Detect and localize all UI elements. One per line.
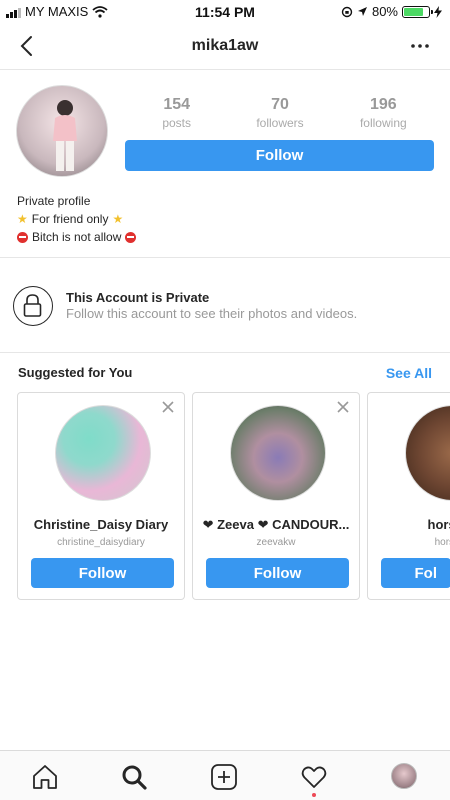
no-entry-icon: [17, 231, 28, 243]
suggestion-follow-button[interactable]: Follow: [206, 558, 349, 588]
rotation-lock-icon: [341, 6, 353, 17]
suggestion-card[interactable]: ❤ Zeeva ❤ CANDOUR... zeevakw Follow: [192, 392, 360, 600]
followers-count: 70: [271, 96, 289, 113]
private-subtitle: Follow this account to see their photos …: [66, 306, 358, 321]
notification-dot: [312, 793, 316, 797]
close-icon[interactable]: [162, 401, 174, 413]
suggestion-name: Christine_Daisy Diary: [33, 517, 169, 532]
battery-fill: [404, 7, 424, 16]
new-post-icon[interactable]: [210, 763, 238, 791]
suggestion-handle: zeevakw: [256, 537, 296, 548]
profile-stats: 154 posts 70 followers 196 following: [125, 96, 435, 130]
location-arrow-icon: [357, 7, 367, 16]
posts-stat: 154 posts: [125, 96, 228, 130]
divider: [0, 257, 450, 258]
bio-line-2: ★ For friend only ★: [17, 210, 136, 228]
no-entry-icon: [125, 231, 137, 243]
following-label: following: [359, 116, 407, 130]
star-icon: ★: [112, 212, 124, 226]
followers-label: followers: [256, 116, 304, 130]
username-title: mika1aw: [191, 37, 259, 54]
suggested-title: Suggested for You: [18, 365, 133, 380]
private-lock: [13, 286, 53, 326]
divider: [0, 352, 450, 353]
followers-stat: 70 followers: [228, 96, 331, 130]
star-icon: ★: [17, 212, 28, 226]
suggestion-handle: horsegi: [434, 537, 450, 548]
suggestion-follow-button[interactable]: Follow: [31, 558, 174, 588]
suggestion-name: ❤ Zeeva ❤ CANDOUR...: [202, 517, 350, 532]
bio-text-1: Private profile: [17, 194, 91, 208]
home-icon[interactable]: [31, 763, 59, 791]
status-right: 80%: [341, 4, 442, 19]
battery-icon: [402, 5, 433, 18]
profile-bio: Private profile ★ For friend only ★ Bitc…: [17, 192, 137, 246]
suggestion-card[interactable]: horsegi horsegi Fol: [367, 392, 450, 600]
suggestion-card[interactable]: Christine_Daisy Diary christine_daisydia…: [17, 392, 185, 600]
heart-icon[interactable]: [300, 763, 328, 791]
suggestion-avatar[interactable]: [55, 405, 151, 501]
bio-line-3: Bitch is not allow: [17, 228, 137, 246]
suggestion-avatar[interactable]: [405, 405, 450, 501]
following-stat: 196 following: [332, 96, 435, 130]
charging-bolt-icon: [434, 5, 442, 18]
profile-tab-avatar[interactable]: [391, 763, 417, 789]
person-figure: [53, 100, 77, 171]
suggestion-handle: christine_daisydiary: [57, 537, 145, 548]
more-options-button[interactable]: [408, 34, 432, 58]
see-all-link[interactable]: See All: [386, 365, 432, 381]
following-count: 196: [369, 96, 397, 113]
posts-label: posts: [162, 116, 191, 130]
suggestion-name: horsegi: [427, 517, 450, 532]
suggestion-follow-button[interactable]: Fol: [381, 558, 450, 588]
bio-text-2: For friend only: [31, 212, 109, 226]
tab-bar: [0, 750, 450, 800]
battery-percent: 80%: [371, 4, 398, 19]
private-title: This Account is Private: [66, 290, 210, 305]
close-icon[interactable]: [337, 401, 349, 413]
suggestion-avatar[interactable]: [230, 405, 326, 501]
profile-avatar[interactable]: [16, 85, 108, 177]
posts-count: 154: [163, 96, 191, 113]
lock-icon: [23, 294, 42, 317]
follow-button[interactable]: Follow: [125, 140, 434, 171]
nav-bar: mika1aw: [0, 24, 450, 70]
status-bar: MY MAXIS 11:54 PM 80%: [0, 0, 450, 24]
bio-line-1: Private profile: [17, 192, 136, 210]
search-icon[interactable]: [120, 763, 148, 791]
bio-text-3: Bitch is not allow: [32, 230, 122, 244]
